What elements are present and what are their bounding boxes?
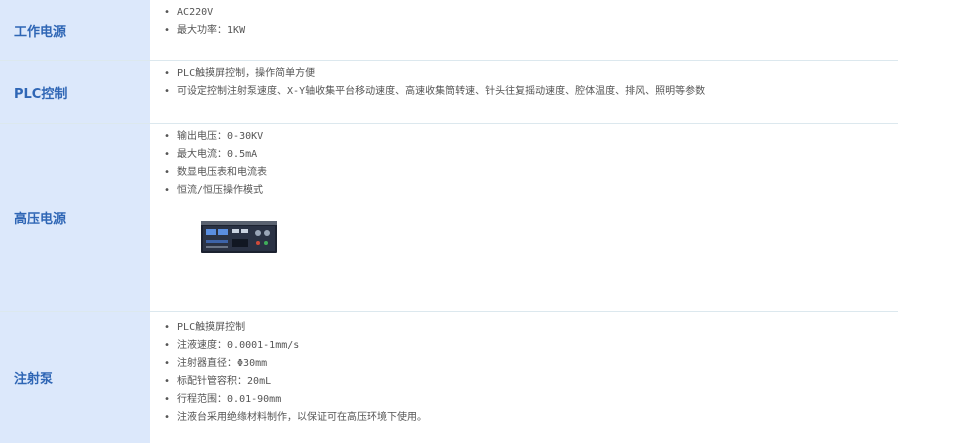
spec-item: 注射器直径：Φ30mm xyxy=(164,355,898,373)
row-label-plc: PLC控制 xyxy=(14,86,68,102)
spec-row-high-voltage: 高压电源 输出电压：0-30KV 最大电流：0.5mA 数显电压表和电流表 恒流… xyxy=(0,124,898,312)
spec-item: 标配针管容积：20mL xyxy=(164,373,898,391)
row-label-high-voltage: 高压电源 xyxy=(14,212,67,227)
spec-item: 恒流/恒压操作模式 xyxy=(164,182,898,200)
row-label-syringe-pump: 注射泵 xyxy=(14,372,54,387)
high-voltage-power-supply-image xyxy=(201,221,277,253)
spec-item: PLC触摸屏控制，操作简单方便 xyxy=(164,65,898,83)
row-content: 输出电压：0-30KV 最大电流：0.5mA 数显电压表和电流表 恒流/恒压操作… xyxy=(150,124,898,311)
spec-item: 最大功率：1KW xyxy=(164,22,898,40)
spec-item: 注液台采用绝缘材料制作，以保证可在高压环境下使用。 xyxy=(164,409,898,427)
spec-item: 最大电流：0.5mA xyxy=(164,146,898,164)
spec-item: PLC触摸屏控制 xyxy=(164,319,898,337)
row-content: PLC触摸屏控制，操作简单方便 可设定控制注射泵速度、X-Y轴收集平台移动速度、… xyxy=(150,61,898,123)
spec-item: 数显电压表和电流表 xyxy=(164,164,898,182)
row-label-cell: 工作电源 xyxy=(0,0,150,60)
spec-table: 工作电源 AC220V 最大功率：1KW PLC控制 PLC触摸屏控制，操作简单… xyxy=(0,0,970,443)
spec-item: AC220V xyxy=(164,4,898,22)
spec-list: PLC触摸屏控制，操作简单方便 可设定控制注射泵速度、X-Y轴收集平台移动速度、… xyxy=(164,65,898,101)
row-label-cell: PLC控制 xyxy=(0,61,150,123)
spec-row-syringe-pump: 注射泵 PLC触摸屏控制 注液速度：0.0001-1mm/s 注射器直径：Φ30… xyxy=(0,312,898,443)
spec-list: AC220V 最大功率：1KW xyxy=(164,4,898,40)
spec-list: 输出电压：0-30KV 最大电流：0.5mA 数显电压表和电流表 恒流/恒压操作… xyxy=(164,128,898,200)
spec-item: 输出电压：0-30KV xyxy=(164,128,898,146)
spec-item: 注液速度：0.0001-1mm/s xyxy=(164,337,898,355)
row-label-cell: 注射泵 xyxy=(0,312,150,443)
spec-item: 行程范围：0.01-90mm xyxy=(164,391,898,409)
row-label-power: 工作电源 xyxy=(14,24,67,40)
spec-row-plc: PLC控制 PLC触摸屏控制，操作简单方便 可设定控制注射泵速度、X-Y轴收集平… xyxy=(0,61,898,124)
spec-item: 可设定控制注射泵速度、X-Y轴收集平台移动速度、高速收集筒转速、针头往复摇动速度… xyxy=(164,83,898,101)
row-content: AC220V 最大功率：1KW xyxy=(150,0,898,60)
spec-row-power: 工作电源 AC220V 最大功率：1KW xyxy=(0,0,898,61)
spec-list: PLC触摸屏控制 注液速度：0.0001-1mm/s 注射器直径：Φ30mm 标… xyxy=(164,319,898,427)
row-label-cell: 高压电源 xyxy=(0,124,150,311)
row-content: PLC触摸屏控制 注液速度：0.0001-1mm/s 注射器直径：Φ30mm 标… xyxy=(150,312,898,443)
